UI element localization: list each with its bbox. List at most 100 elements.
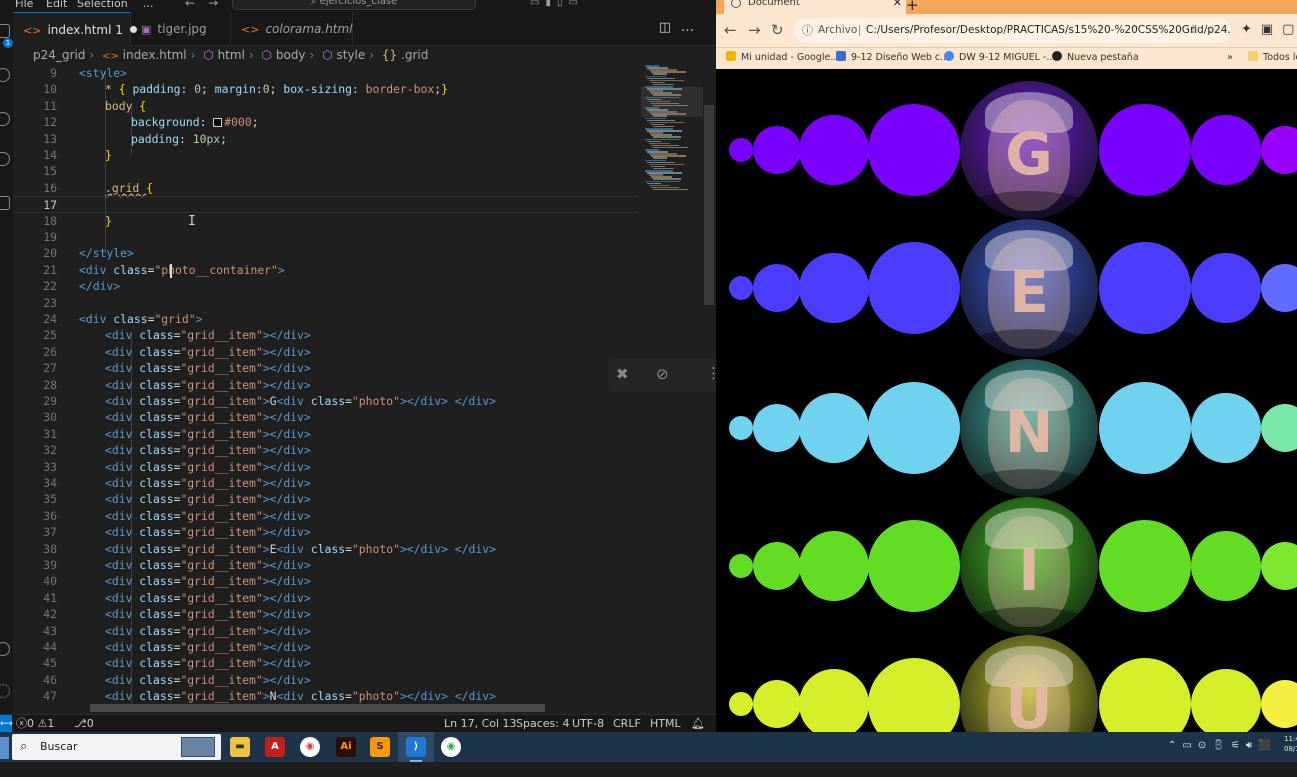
code-line[interactable]: 37 <div class="grid__item"></div>	[13, 524, 638, 540]
forward-arrow-icon[interactable]: →	[208, 0, 218, 10]
line-number[interactable]: 43	[13, 623, 57, 639]
code-line[interactable]: 23	[13, 295, 638, 311]
illustrator-icon[interactable]: Ai	[336, 737, 356, 757]
new-tab-icon[interactable]: +	[906, 0, 919, 14]
source-control-icon[interactable]	[0, 112, 10, 126]
breadcrumb-selector[interactable]: .grid	[401, 48, 428, 62]
bookmark-diseno-web[interactable]: 9-12 Diseño Web c...	[836, 48, 949, 68]
clock[interactable]: 11:4 08/11/	[1284, 734, 1297, 754]
reload-icon[interactable]: ↻	[771, 21, 784, 39]
notifications-bell-icon[interactable]: 🔔︎	[691, 715, 705, 732]
browser-tab[interactable]: Document ✕	[724, 0, 906, 14]
line-number[interactable]: 16	[13, 180, 57, 196]
code-line[interactable]: 38 <div class="grid__item">E<div class="p…	[13, 541, 638, 557]
code-line[interactable]: 44 <div class="grid__item"></div>	[13, 639, 638, 655]
line-number[interactable]: 14	[13, 147, 57, 163]
bookmark-dw-miguel[interactable]: DW 9-12 MIGUEL -...	[944, 48, 1055, 68]
tab-tiger-jpg[interactable]: ▣ tiger.jpg	[131, 12, 231, 46]
line-number[interactable]: 41	[13, 590, 57, 606]
line-number[interactable]: 33	[13, 459, 57, 475]
code-line[interactable]: 30 <div class="grid__item"></div>	[13, 409, 638, 425]
line-number[interactable]: 27	[13, 360, 57, 376]
line-number[interactable]: 11	[13, 98, 57, 114]
code-line[interactable]: 45 <div class="grid__item"></div>	[13, 655, 638, 671]
code-line[interactable]: 40 <div class="grid__item"></div>	[13, 573, 638, 589]
code-line[interactable]: 26 <div class="grid__item"></div>	[13, 344, 638, 360]
code-line[interactable]: 15	[13, 163, 638, 179]
menu-file[interactable]: File	[15, 0, 33, 10]
line-number[interactable]: 12	[13, 114, 57, 130]
line-number[interactable]: 39	[13, 557, 57, 573]
mute-icon[interactable]: ⊘	[656, 365, 669, 383]
line-number[interactable]: 22	[13, 278, 57, 294]
sublime-icon[interactable]: S	[370, 737, 390, 757]
chrome-icon[interactable]: ◉	[300, 737, 320, 757]
line-number[interactable]: 23	[13, 295, 57, 311]
code-line[interactable]: 41 <div class="grid__item"></div>	[13, 590, 638, 606]
minimap[interactable]	[641, 65, 703, 195]
encoding[interactable]: UTF-8	[572, 715, 604, 732]
code-line[interactable]: 10 * { padding: 0; margin:0; box-sizing: …	[13, 81, 638, 97]
back-arrow-icon[interactable]: ←	[724, 21, 737, 39]
code-line[interactable]: 43 <div class="grid__item"></div>	[13, 623, 638, 639]
end-of-line[interactable]: CRLF	[613, 715, 641, 732]
cursor-position[interactable]: Ln 17, Col 13	[444, 715, 517, 732]
code-line[interactable]: 47 <div class="grid__item">N<div class="p…	[13, 688, 638, 704]
line-number[interactable]: 37	[13, 524, 57, 540]
bookmark-nueva-pestana[interactable]: Nueva pestaña	[1052, 48, 1139, 68]
forward-arrow-icon[interactable]: →	[748, 21, 761, 39]
line-number[interactable]: 31	[13, 426, 57, 442]
extensions-icon[interactable]: ✦▣▢	[1241, 22, 1297, 37]
code-line[interactable]: 36 <div class="grid__item"></div>	[13, 508, 638, 524]
pin-off-icon[interactable]: ✖	[616, 365, 629, 383]
line-number[interactable]: 19	[13, 229, 57, 245]
code-line[interactable]: 32 <div class="grid__item"></div>	[13, 442, 638, 458]
code-line[interactable]: 39 <div class="grid__item"></div>	[13, 557, 638, 573]
split-editor-icon[interactable]: ◫…	[659, 20, 704, 35]
line-number[interactable]: 35	[13, 491, 57, 507]
line-number[interactable]: 34	[13, 475, 57, 491]
scrollbar-thumb[interactable]	[704, 105, 714, 305]
line-number[interactable]: 9	[13, 65, 57, 81]
ports-indicator[interactable]: ⎇0	[74, 715, 94, 732]
breadcrumb-html[interactable]: html	[218, 48, 245, 62]
breadcrumb-folder[interactable]: p24_grid	[33, 48, 85, 62]
acrobat-icon[interactable]: A	[265, 737, 285, 757]
explorer-icon[interactable]	[0, 24, 10, 38]
info-icon[interactable]: ⓘ	[802, 18, 813, 43]
manage-gear-icon[interactable]	[0, 684, 10, 698]
chrome-profile-icon[interactable]: ◉	[441, 737, 461, 757]
vscode-icon[interactable]: ⟩	[406, 737, 426, 762]
extensions-icon[interactable]	[0, 196, 10, 210]
line-number[interactable]: 13	[13, 131, 57, 147]
menu-edit[interactable]: Edit	[46, 0, 67, 10]
breadcrumb-style[interactable]: style	[337, 48, 366, 62]
tab-colorama-html[interactable]: <> colorama.html	[231, 12, 353, 46]
code-line[interactable]: 33 <div class="grid__item"></div>	[13, 459, 638, 475]
language-mode[interactable]: HTML	[650, 715, 681, 732]
breadcrumb-file[interactable]: index.html	[123, 48, 187, 62]
code-line[interactable]: 28 <div class="grid__item"></div>	[13, 377, 638, 393]
code-line[interactable]: 20 </style>	[13, 245, 638, 261]
code-line[interactable]: 31 <div class="grid__item"></div>	[13, 426, 638, 442]
account-icon[interactable]	[0, 642, 10, 656]
layout-icons[interactable]: ▭▮▯▭	[530, 0, 584, 8]
line-number[interactable]: 45	[13, 655, 57, 671]
line-number[interactable]: 26	[13, 344, 57, 360]
line-number[interactable]: 20	[13, 245, 57, 261]
horizontal-scrollbar[interactable]	[90, 704, 545, 712]
code-line[interactable]: 21 <div class="photo__container">	[13, 262, 638, 278]
line-number[interactable]: 42	[13, 606, 57, 622]
bookmark-mi-unidad[interactable]: Mi unidad - Google...	[726, 48, 839, 68]
code-line[interactable]: 29 <div class="grid__item">G<div class="p…	[13, 393, 638, 409]
indentation[interactable]: Spaces: 4	[516, 715, 569, 732]
code-line[interactable]: 13 padding: 10px;	[13, 131, 638, 147]
code-line[interactable]: 34 <div class="grid__item"></div>	[13, 475, 638, 491]
minimap-viewport[interactable]	[641, 87, 703, 117]
line-number[interactable]: 15	[13, 163, 57, 179]
code-line[interactable]: 27 <div class="grid__item"></div>	[13, 360, 638, 376]
code-line[interactable]: 22 </div>	[13, 278, 638, 294]
back-arrow-icon[interactable]: ←	[185, 0, 195, 10]
menu-selection[interactable]: Selection	[77, 0, 128, 10]
code-line[interactable]: 46 <div class="grid__item"></div>	[13, 672, 638, 688]
